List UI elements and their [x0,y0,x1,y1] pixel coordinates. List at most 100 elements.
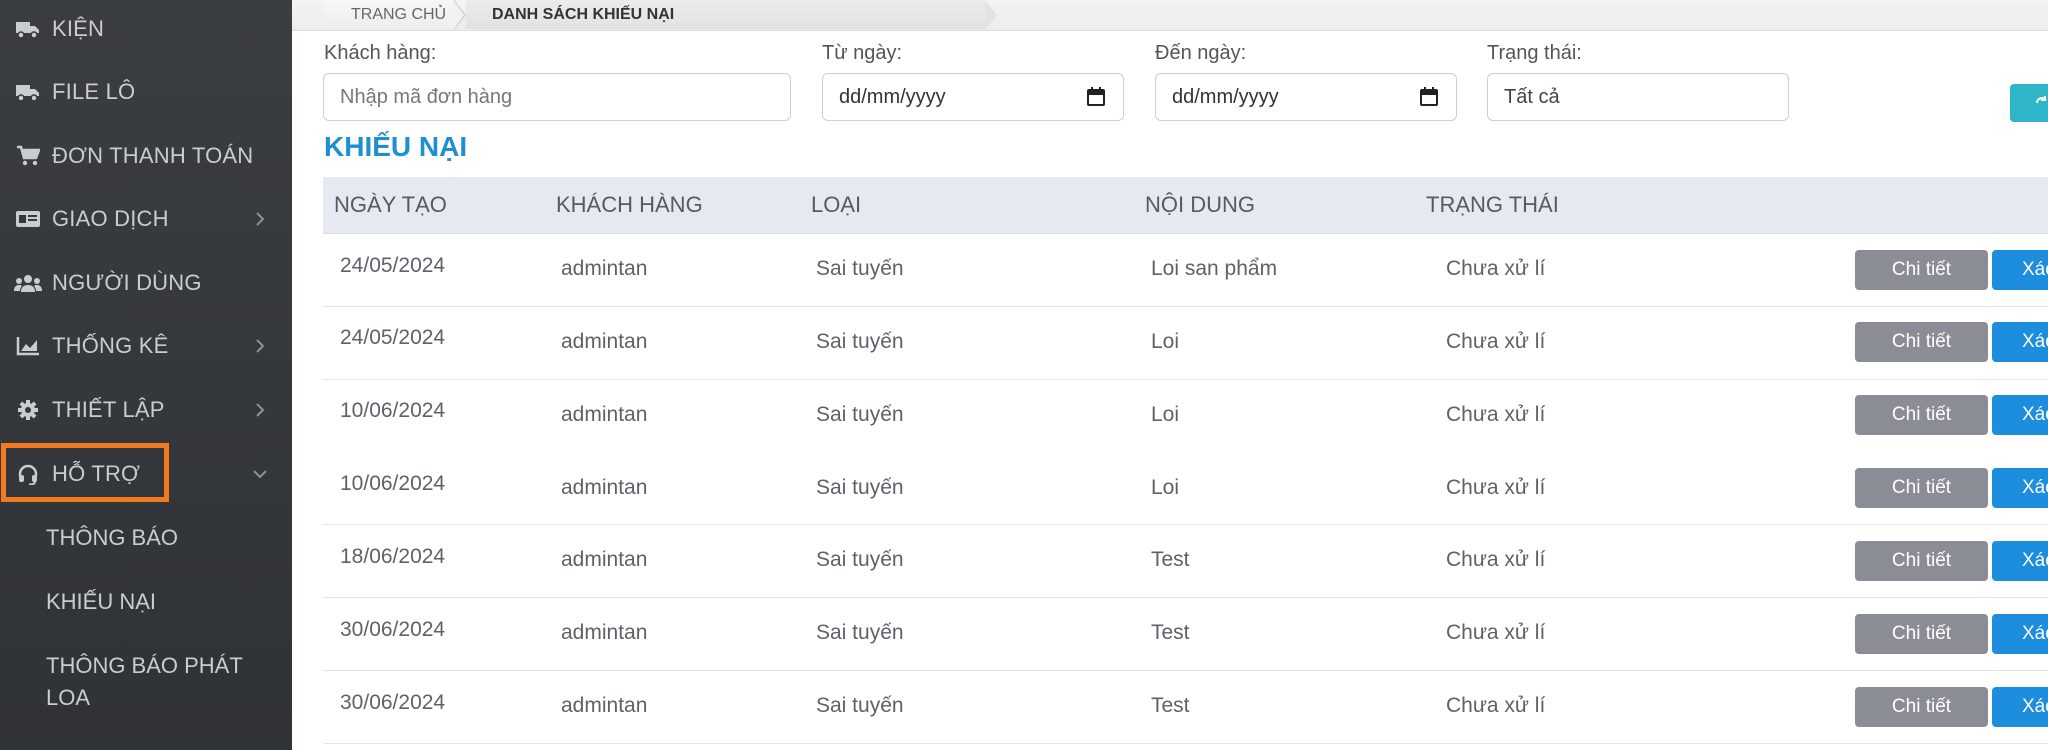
highlight-annotation [1,443,169,502]
sidebar-subitem-label: THÔNG BÁO PHÁT [46,653,243,678]
delete-button-label: Xác [2022,404,2048,425]
sidebar-item-file-lo[interactable]: FILE LÔ [0,66,292,118]
breadcrumb-home[interactable]: TRANG CHỦ [351,0,446,29]
delete-button[interactable]: Xác [1992,468,2048,508]
page-title: KHIẾU NẠI [324,131,468,162]
truck-icon [14,80,42,104]
chart-icon [14,334,42,358]
table-row: 30/06/2024 admintan Sai tuyến Test Chưa … [323,598,2048,671]
sidebar-item-nguoi-dung[interactable]: NGƯỜI DÙNG [0,257,292,309]
sidebar-item-label: NGƯỜI DÙNG [52,270,202,295]
detail-button[interactable]: Chi tiết [1855,614,1988,654]
sidebar-item-kien[interactable]: KIỆN [0,3,292,55]
delete-button[interactable]: Xác [1992,250,2048,290]
from-date-label: Từ ngày: [822,42,903,64]
cell-content: Loi [1151,330,1180,353]
column-header-content: NỘI DUNG [1145,192,1255,217]
chevron-right-icon [250,209,270,229]
truck-icon [14,17,42,41]
cell-type: Sai tuyến [816,548,904,571]
sidebar-item-thong-ke[interactable]: THỐNG KÊ [0,320,292,372]
cell-customer: admintan [561,694,648,717]
customer-search-input[interactable]: Nhập mã đơn hàng [323,73,791,121]
sidebar-item-giao-dich[interactable]: GIAO DỊCH [0,193,292,245]
delete-button-label: Xác [2022,623,2048,644]
sidebar: KIỆN FILE LÔ ĐƠN THANH TOÁN GIAO DỊCH NG… [0,0,292,750]
cell-customer: admintan [561,257,648,280]
from-date-value: dd/mm/yyyy [839,85,946,108]
cell-customer: admintan [561,621,648,644]
cell-status: Chưa xử lí [1446,257,1546,280]
cell-content: Test [1151,548,1190,571]
refresh-button[interactable] [2010,84,2048,122]
cell-status: Chưa xử lí [1446,476,1546,499]
sidebar-item-label: THỐNG KÊ [52,333,169,358]
sidebar-subitem-khieu-nai[interactable]: KHIẾU NẠI [46,586,156,618]
cell-content: Test [1151,621,1190,644]
cell-status: Chưa xử lí [1446,621,1546,644]
cell-status: Chưa xử lí [1446,403,1546,426]
cell-status: Chưa xử lí [1446,548,1546,571]
cell-type: Sai tuyến [816,257,904,280]
column-header-type: LOẠI [811,192,862,217]
delete-button[interactable]: Xác [1992,322,2048,362]
column-header-status: TRẠNG THÁI [1426,192,1559,217]
table-row: 24/05/2024 admintan Sai tuyến Loi san ph… [323,234,2048,307]
from-date-input[interactable]: dd/mm/yyyy [822,73,1124,121]
calendar-icon[interactable] [1420,87,1438,106]
detail-button[interactable]: Chi tiết [1855,250,1988,290]
column-header-customer: KHÁCH HÀNG [556,192,703,217]
users-icon [14,271,42,295]
sidebar-item-label: THIẾT LẬP [52,397,165,422]
status-label: Trạng thái: [1487,42,1582,64]
cell-date: 18/06/2024 [340,545,446,568]
status-select-value: Tất cả [1504,85,1560,108]
cell-status: Chưa xử lí [1446,694,1546,717]
sidebar-item-label: GIAO DỊCH [52,206,169,231]
to-date-value: dd/mm/yyyy [1172,85,1279,108]
to-date-input[interactable]: dd/mm/yyyy [1155,73,1457,121]
delete-button[interactable]: Xác [1992,541,2048,581]
cell-type: Sai tuyến [816,476,904,499]
delete-button[interactable]: Xác [1992,395,2048,435]
cell-type: Sai tuyến [816,330,904,353]
status-select[interactable]: Tất cả [1487,73,1789,121]
cell-type: Sai tuyến [816,621,904,644]
sidebar-subitem-thong-bao[interactable]: THÔNG BÁO [46,522,178,554]
cell-customer: admintan [561,330,648,353]
delete-button[interactable]: Xác [1992,614,2048,654]
delete-button-label: Xác [2022,259,2048,280]
customer-search-placeholder: Nhập mã đơn hàng [340,85,513,108]
sidebar-item-don-thanh-toan[interactable]: ĐƠN THANH TOÁN [0,130,292,182]
sidebar-subitem-thong-bao-phat-loa[interactable]: THÔNG BÁO PHÁT LOA [46,650,243,714]
delete-button-label: Xác [2022,550,2048,571]
sidebar-item-label: ĐƠN THANH TOÁN [52,143,254,168]
cell-type: Sai tuyến [816,694,904,717]
customer-label: Khách hàng: [324,42,437,64]
delete-button-label: Xác [2022,331,2048,352]
detail-button[interactable]: Chi tiết [1855,395,1988,435]
breadcrumb-current: DANH SÁCH KHIẾU NẠI [492,5,675,23]
sidebar-item-thiet-lap[interactable]: THIẾT LẬP [0,384,292,436]
calendar-icon[interactable] [1087,87,1105,106]
cell-customer: admintan [561,548,648,571]
detail-button[interactable]: Chi tiết [1855,687,1988,727]
detail-button[interactable]: Chi tiết [1855,468,1988,508]
delete-button[interactable]: Xác [1992,687,2048,727]
table-row: 24/05/2024 admintan Sai tuyến Loi Chưa x… [323,307,2048,380]
detail-button[interactable]: Chi tiết [1855,322,1988,362]
cell-status: Chưa xử lí [1446,330,1546,353]
sidebar-item-label: FILE LÔ [52,79,136,104]
detail-button[interactable]: Chi tiết [1855,541,1988,581]
sidebar-item-label: KIỆN [52,16,105,41]
table-header: NGÀY TẠO KHÁCH HÀNG LOẠI NỘI DUNG TRẠNG … [323,177,2048,234]
cell-customer: admintan [561,403,648,426]
delete-button-label: Xác [2022,696,2048,717]
refresh-icon [2034,94,2048,117]
cell-date: 24/05/2024 [340,254,446,277]
cell-content: Loi san phẩm [1151,257,1278,280]
to-date-label: Đến ngày: [1155,42,1247,64]
cell-date: 10/06/2024 [340,399,446,422]
chevron-right-icon [250,336,270,356]
cart-icon [14,144,42,168]
